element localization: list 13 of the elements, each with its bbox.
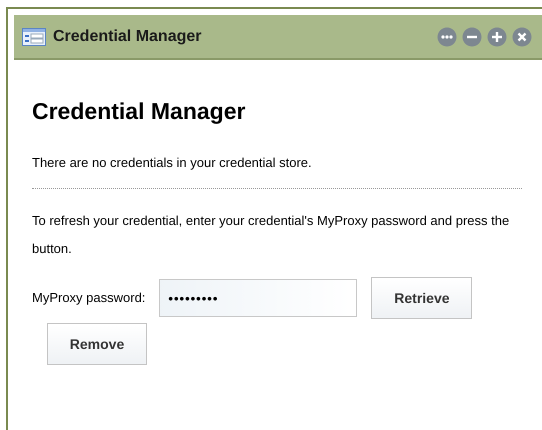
password-label: MyProxy password:: [32, 289, 146, 308]
more-icon[interactable]: [437, 26, 457, 46]
retrieve-button[interactable]: Retrieve: [371, 277, 472, 319]
password-field[interactable]: •••••••••: [159, 279, 358, 317]
instructions-text: To refresh your credential, enter your credential's MyProxy password and press the button.: [32, 212, 510, 258]
maximize-icon[interactable]: [487, 26, 507, 46]
close-icon[interactable]: [512, 26, 532, 46]
window-icon: [22, 28, 46, 46]
page-heading: Credential Manager: [32, 97, 246, 126]
status-message: There are no credentials in your credential store.: [32, 154, 313, 172]
minimize-icon[interactable]: [462, 26, 482, 46]
remove-button[interactable]: Remove: [47, 323, 147, 365]
window-title: Credential Manager: [53, 26, 202, 46]
